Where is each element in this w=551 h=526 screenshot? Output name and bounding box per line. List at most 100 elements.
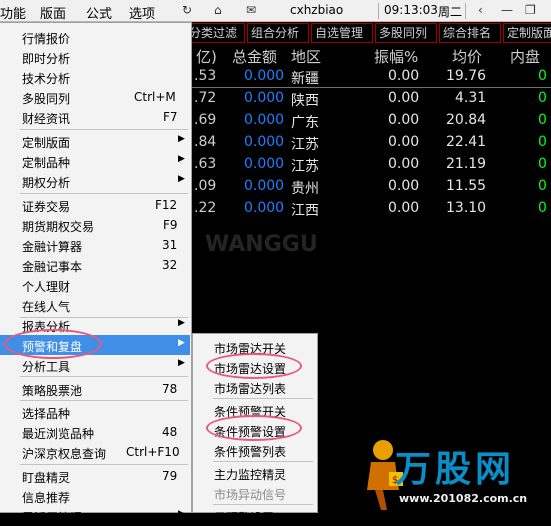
submenu-item-cloud-alert[interactable]: 云预警设置: [193, 506, 317, 526]
chevron-right-icon: ▶: [178, 509, 185, 519]
menu-item-analysis-tools[interactable]: 分析工具 ▶: [0, 355, 190, 375]
menu-item-realtime[interactable]: 即时分析: [0, 47, 190, 67]
mail-icon[interactable]: ✉: [246, 3, 256, 17]
menu-item-rights-query[interactable]: 沪深京权息查询 Ctrl+F10: [0, 442, 190, 462]
submenu-item-main-monitor[interactable]: 主力监控精灵: [193, 463, 317, 483]
tab-portfolio-analysis[interactable]: 组合分析: [247, 23, 309, 43]
menu-item-futures-trading[interactable]: 期货期权交易 F9: [0, 215, 190, 235]
menu-item-multi-stock[interactable]: 多股同列 Ctrl+M: [0, 87, 190, 107]
lock-icon[interactable]: ⌂: [214, 3, 222, 17]
menu-item-select-symbol[interactable]: 选择品种: [0, 402, 190, 422]
cell-amount: 0.000: [244, 156, 285, 172]
menu-item-label: 即时分析: [22, 52, 71, 66]
brand-logo: $ 万股网 www.201082.com.cn: [359, 432, 551, 513]
menu-function[interactable]: 功能: [0, 3, 26, 22]
menu-item-report-analysis[interactable]: 报表分析 ▶: [0, 315, 190, 335]
menu-item-calculator[interactable]: 金融计算器 31: [0, 235, 190, 255]
menu-item-label: 财经资讯: [22, 112, 71, 126]
cell-amplitude: 0.00: [388, 68, 420, 84]
submenu-item-label: 市场异动信号: [214, 488, 287, 502]
chevron-right-icon: ▶: [178, 358, 185, 368]
watermark-text: WANGGU: [205, 232, 318, 257]
tab-bar: 分类过滤 组合分析 自选管理 多股同列 综合排名 定制版面: [185, 23, 551, 43]
menu-separator: [20, 400, 188, 401]
menu-item-personal-finance[interactable]: 个人理财: [0, 275, 190, 295]
menu-item-label: 期权分析: [22, 176, 71, 190]
cell-capital: .84: [194, 134, 217, 150]
cell-region: 江苏: [291, 137, 319, 153]
tab-ranking[interactable]: 综合排名: [439, 23, 501, 43]
menu-item-label: 最近浏览品种: [22, 427, 95, 441]
col-avg-price[interactable]: 均价: [452, 46, 482, 67]
minimize-icon[interactable]: —: [501, 3, 513, 17]
menu-item-label: 技术分析: [22, 72, 71, 86]
menu-item-options-analysis[interactable]: 期权分析 ▶: [0, 171, 190, 191]
submenu-item-label: 条件预警设置: [214, 425, 287, 439]
menu-item-label: 定制品种: [22, 156, 71, 170]
menu-item-info-recommend[interactable]: 信息推荐: [0, 486, 190, 506]
menu-shortcut: 79: [162, 469, 178, 483]
menu-item-custom-symbols[interactable]: 定制品种 ▶: [0, 151, 190, 171]
submenu-item-alert-settings[interactable]: 条件预警设置: [193, 420, 317, 440]
cell-capital: .09: [194, 178, 217, 194]
submenu-item-label: 云预警设置: [214, 511, 275, 525]
menu-item-recent-symbols[interactable]: 最近浏览品种 48: [0, 422, 190, 442]
cell-inner: 0: [538, 134, 547, 150]
cell-amplitude: 0.00: [388, 200, 420, 216]
menu-shortcut: F9: [163, 218, 178, 232]
col-inner-volume[interactable]: 内盘: [510, 46, 540, 67]
submenu-item-radar-toggle[interactable]: 市场雷达开关: [193, 337, 317, 357]
menu-item-label: 个人理财: [22, 280, 71, 294]
submenu-item-radar-list[interactable]: 市场雷达列表: [193, 377, 317, 397]
menu-item-label: 金融记事本: [22, 260, 83, 274]
menu-item-label: 信息推荐: [22, 491, 71, 505]
chevron-left-icon[interactable]: ‹: [478, 3, 483, 17]
divider: [378, 3, 379, 19]
menu-item-custom-layout[interactable]: 定制版面 ▶: [0, 131, 190, 151]
restore-icon[interactable]: ❐: [525, 3, 536, 17]
menu-shortcut: F7: [163, 110, 178, 124]
col-region[interactable]: 地区: [291, 46, 321, 67]
submenu-item-alert-list[interactable]: 条件预警列表: [193, 440, 317, 460]
menu-shortcut: 31: [162, 238, 178, 252]
cell-inner: 0: [538, 112, 547, 128]
submenu-item-label: 市场雷达设置: [214, 362, 287, 376]
function-menu: 行情报价 即时分析 技术分析 多股同列 Ctrl+M 财经资讯 F7 定制版面 ▶ 定…: [0, 22, 192, 525]
cell-region: 广东: [291, 115, 319, 131]
submenu-item-label: 条件预警列表: [214, 445, 287, 459]
menu-item-online-popularity[interactable]: 在线人气: [0, 295, 190, 315]
menu-formula[interactable]: 公式: [86, 3, 112, 22]
menu-item-notebook[interactable]: 金融记事本 32: [0, 255, 190, 275]
submenu-item-label: 市场雷达列表: [214, 382, 287, 396]
refresh-icon[interactable]: ↻: [182, 3, 192, 17]
menu-item-flexible-screen[interactable]: 灵活屏管理 ▶: [0, 506, 190, 526]
menu-item-label: 证券交易: [22, 200, 71, 214]
chevron-right-icon: ▶: [178, 338, 185, 348]
menu-item-label: 分析工具: [22, 360, 71, 374]
tab-category-filter[interactable]: 分类过滤: [185, 23, 245, 43]
cell-amount: 0.000: [244, 112, 285, 128]
tab-multi-stock[interactable]: 多股同列: [375, 23, 437, 43]
menu-item-securities-trading[interactable]: 证券交易 F12: [0, 195, 190, 215]
submenu-item-radar-settings[interactable]: 市场雷达设置: [193, 357, 317, 377]
menu-item-strategy-pool[interactable]: 策略股票池 78: [0, 379, 190, 399]
col-capital[interactable]: 亿): [196, 46, 217, 67]
submenu-item-alert-toggle[interactable]: 条件预警开关: [193, 400, 317, 420]
submenu-item-label: 市场雷达开关: [214, 342, 287, 356]
menu-options[interactable]: 选项: [129, 3, 155, 22]
menu-separator: [20, 129, 188, 130]
menu-item-watch-genie[interactable]: 盯盘精灵 79: [0, 466, 190, 486]
menu-item-quotes[interactable]: 行情报价: [0, 27, 190, 47]
col-amplitude[interactable]: 振幅%: [374, 46, 418, 67]
menu-item-label: 报表分析: [22, 320, 71, 334]
cell-capital: .63: [194, 156, 217, 172]
menu-layout[interactable]: 版面: [40, 3, 66, 22]
menu-item-news[interactable]: 财经资讯 F7: [0, 107, 190, 127]
tab-watchlist-manage[interactable]: 自选管理: [311, 23, 373, 43]
menu-item-technical[interactable]: 技术分析: [0, 67, 190, 87]
tab-custom-layout[interactable]: 定制版面: [503, 23, 551, 43]
menu-separator: [213, 504, 313, 505]
col-total-amount[interactable]: 总金额: [232, 46, 277, 67]
menu-item-label: 多股同列: [22, 92, 71, 106]
menu-item-alert-review[interactable]: 预警和复盘 ▶: [0, 335, 190, 355]
